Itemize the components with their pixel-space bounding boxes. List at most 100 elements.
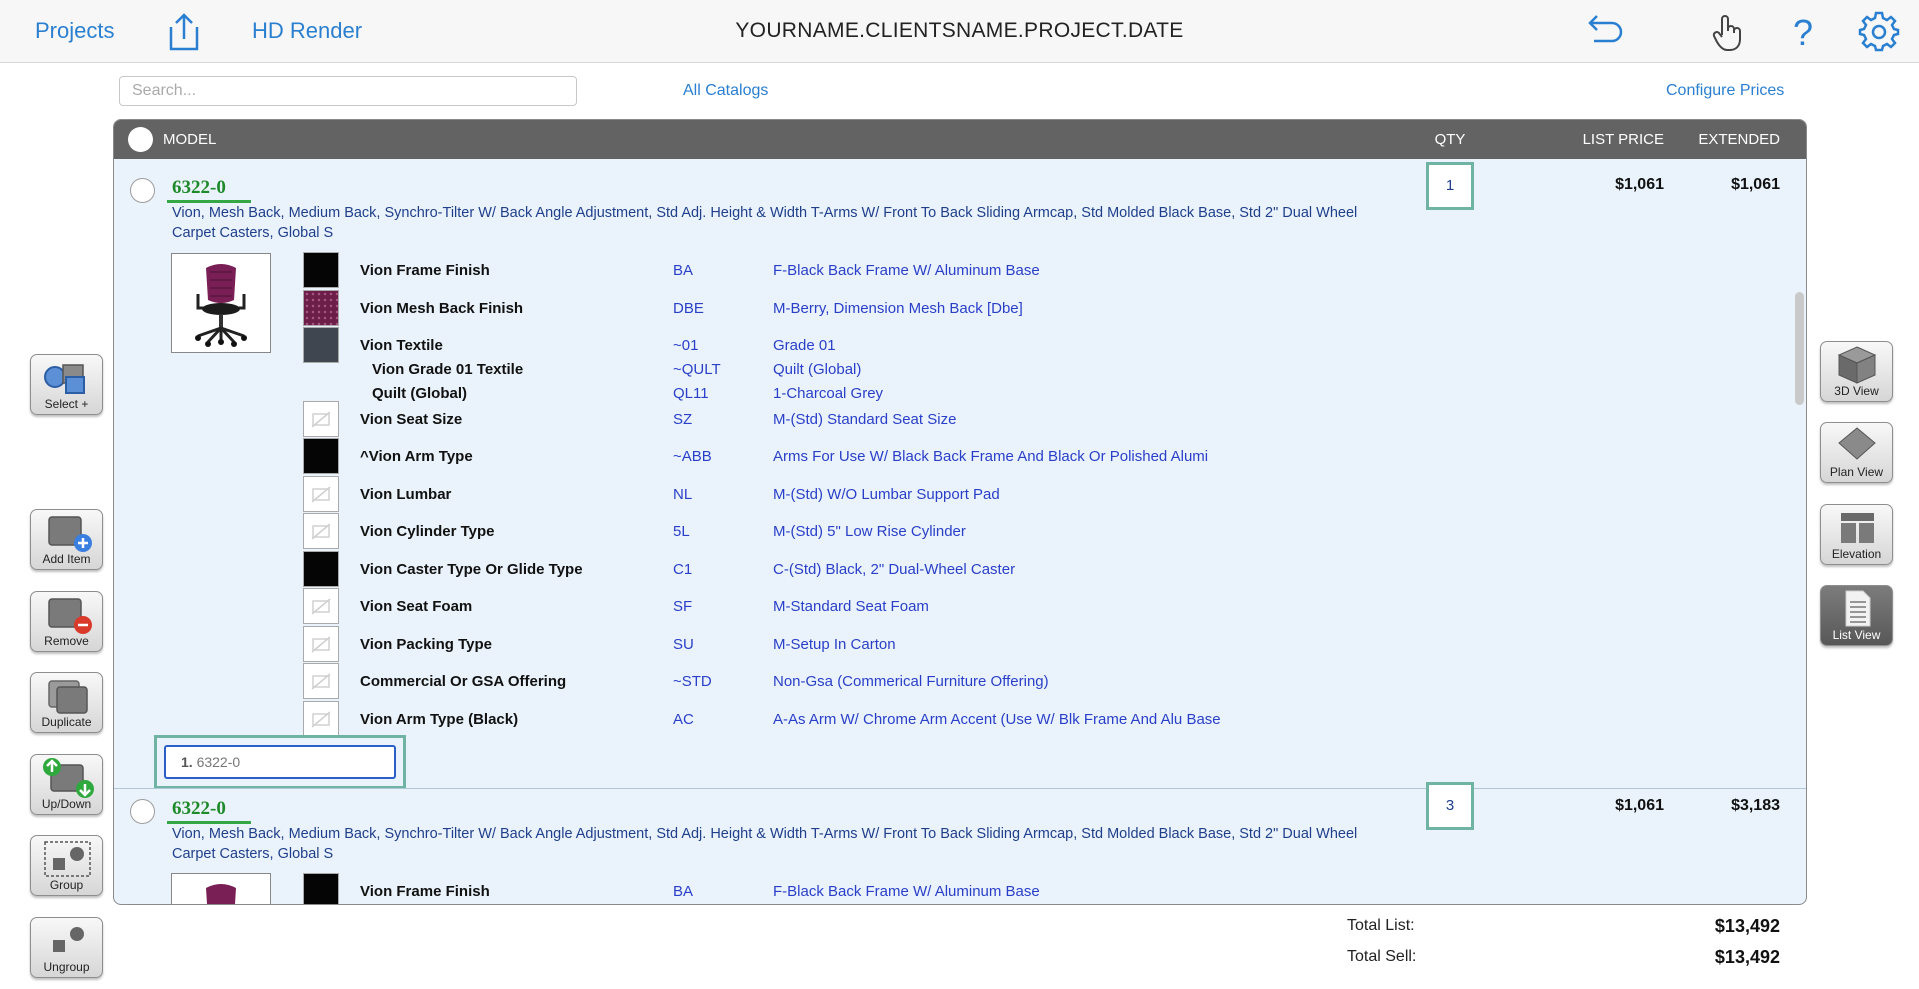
3d-view-button[interactable]: 3D View [1820, 341, 1893, 402]
button-label: Remove [44, 634, 89, 648]
search-input[interactable] [119, 76, 577, 106]
item-description-line: Vion, Mesh Back, Medium Back, Synchro-Ti… [172, 826, 1358, 842]
row-select-checkbox[interactable] [130, 178, 155, 203]
all-catalogs-link[interactable]: All Catalogs [683, 82, 768, 100]
option-description[interactable]: F-Black Back Frame W/ Aluminum Base [773, 883, 1040, 900]
item-description-line: Carpet Casters, Global S [172, 846, 334, 862]
option-code[interactable]: SU [673, 636, 694, 653]
button-label: Duplicate [41, 715, 92, 729]
no-image-icon [303, 626, 339, 662]
option-name: Vion Cylinder Type [360, 523, 495, 540]
ungroup-icon [53, 927, 84, 952]
undo-icon[interactable] [1584, 11, 1626, 53]
button-label: Elevation [1831, 547, 1882, 561]
elevation-icon [1841, 513, 1874, 543]
option-code[interactable]: 5L [673, 523, 690, 540]
plan-view-button[interactable]: Plan View [1820, 422, 1893, 483]
option-description[interactable]: M-Standard Seat Foam [773, 598, 929, 615]
option-description[interactable]: 1-Charcoal Grey [773, 385, 883, 402]
option-name: Vion Grade 01 Textile [372, 361, 524, 378]
model-number-link[interactable]: 6322-0 [172, 177, 226, 199]
arm-swatch[interactable] [303, 438, 339, 474]
elevation-button[interactable]: Elevation [1820, 504, 1893, 565]
option-description[interactable]: Arms For Use W/ Black Back Frame And Bla… [773, 448, 1208, 465]
no-image-icon [303, 588, 339, 624]
no-image-icon [303, 701, 339, 737]
item-description-line: Vion, Mesh Back, Medium Back, Synchro-Ti… [172, 205, 1358, 221]
caster-swatch[interactable] [303, 551, 339, 587]
list-view-button[interactable]: List View [1820, 585, 1893, 646]
option-name: Vion Mesh Back Finish [360, 300, 524, 317]
option-code[interactable]: NL [673, 486, 692, 503]
textile-swatch[interactable] [303, 327, 339, 363]
select-all-checkbox[interactable] [128, 127, 153, 152]
option-description[interactable]: A-As Arm W/ Chrome Arm Accent (Use W/ Bl… [773, 711, 1221, 728]
option-description[interactable]: M-(Std) 5" Low Rise Cylinder [773, 523, 966, 540]
option-name: Commercial Or GSA Offering [360, 673, 567, 690]
total-list-value: $13,492 [1714, 916, 1780, 936]
item-description: Vion, Mesh Back, Medium Back, Synchro-Ti… [172, 824, 1417, 864]
row-select-checkbox[interactable] [130, 799, 155, 824]
qty-field[interactable]: 3 [1426, 782, 1474, 830]
mesh-swatch[interactable] [303, 290, 339, 326]
duplicate-button[interactable]: Duplicate [30, 672, 103, 733]
item-list-table: MODEL QTY LIST PRICE EXTENDED 6322-0 Vio… [113, 119, 1807, 905]
option-description[interactable]: Grade 01 [773, 337, 836, 354]
configure-prices-link[interactable]: Configure Prices [1666, 82, 1784, 100]
option-code[interactable]: AC [673, 711, 694, 728]
option-code[interactable]: C1 [673, 561, 692, 578]
table-row: 6322-0 Vion, Mesh Back, Medium Back, Syn… [114, 159, 1806, 789]
vertical-scrollbar[interactable] [1795, 292, 1804, 405]
option-code[interactable]: BA [673, 262, 693, 279]
group-button[interactable]: Group [30, 835, 103, 896]
total-list-label: Total List: [1347, 917, 1415, 934]
plan-view-icon [1838, 427, 1876, 460]
option-name: Vion Frame Finish [360, 883, 490, 900]
option-description[interactable]: M-Berry, Dimension Mesh Back [Dbe] [773, 300, 1023, 317]
option-code[interactable]: ~01 [673, 337, 698, 354]
qty-field[interactable]: 1 [1426, 162, 1474, 210]
total-sell-label: Total Sell: [1347, 948, 1417, 965]
no-image-icon [303, 513, 339, 549]
table-header: MODEL QTY LIST PRICE EXTENDED [114, 120, 1806, 159]
projects-link[interactable]: Projects [35, 18, 114, 44]
option-code[interactable]: ~STD [673, 673, 712, 690]
option-row: ^Vion Arm Type ~ABB Arms For Use W/ Blac… [114, 438, 1806, 474]
option-code[interactable]: QL11 [673, 385, 709, 402]
item-description-line: Carpet Casters, Global S [172, 225, 334, 241]
option-row: Vion Mesh Back Finish DBE M-Berry, Dimen… [114, 290, 1806, 326]
option-code[interactable]: DBE [673, 300, 704, 317]
remove-button[interactable]: Remove [30, 591, 103, 652]
help-icon[interactable]: ? [1782, 11, 1824, 53]
option-description[interactable]: F-Black Back Frame W/ Aluminum Base [773, 262, 1040, 279]
settings-gear-icon[interactable] [1858, 11, 1900, 53]
option-name: Vion Arm Type (Black) [360, 711, 519, 728]
option-description[interactable]: M-(Std) Standard Seat Size [773, 411, 956, 428]
option-description[interactable]: M-(Std) W/O Lumbar Support Pad [773, 486, 1000, 503]
ungroup-button[interactable]: Ungroup [30, 917, 103, 978]
share-icon[interactable] [163, 11, 205, 53]
option-description[interactable]: Quilt (Global) [773, 361, 861, 378]
table-body[interactable]: 6322-0 Vion, Mesh Back, Medium Back, Syn… [114, 159, 1806, 904]
option-code[interactable]: SF [673, 598, 692, 615]
add-item-button[interactable]: Add Item [30, 509, 103, 570]
option-description[interactable]: C-(Std) Black, 2" Dual-Wheel Caster [773, 561, 1015, 578]
option-code[interactable]: BA [673, 883, 693, 900]
option-row: Vion Textile ~01 Grade 01 [114, 327, 1806, 363]
option-code[interactable]: SZ [673, 411, 692, 428]
no-image-icon [303, 476, 339, 512]
model-number-link[interactable]: 6322-0 [172, 798, 226, 820]
finish-swatch[interactable] [303, 252, 339, 288]
select-plus-button[interactable]: Select + [30, 354, 103, 415]
finish-swatch[interactable] [303, 873, 339, 904]
option-code[interactable]: ~QULT [673, 361, 721, 378]
header-extended: EXTENDED [1698, 131, 1780, 148]
up-down-button[interactable]: Up/Down [30, 754, 103, 815]
hand-pointer-icon[interactable] [1708, 11, 1750, 53]
option-row: Vion Frame Finish BA F-Black Back Frame … [114, 252, 1806, 288]
option-description[interactable]: Non-Gsa (Commerical Furniture Offering) [773, 673, 1049, 690]
option-description[interactable]: M-Setup In Carton [773, 636, 896, 653]
option-code[interactable]: ~ABB [673, 448, 712, 465]
hd-render-link[interactable]: HD Render [252, 18, 362, 44]
item-tag-field[interactable]: 1. 6322-0 [164, 745, 396, 779]
